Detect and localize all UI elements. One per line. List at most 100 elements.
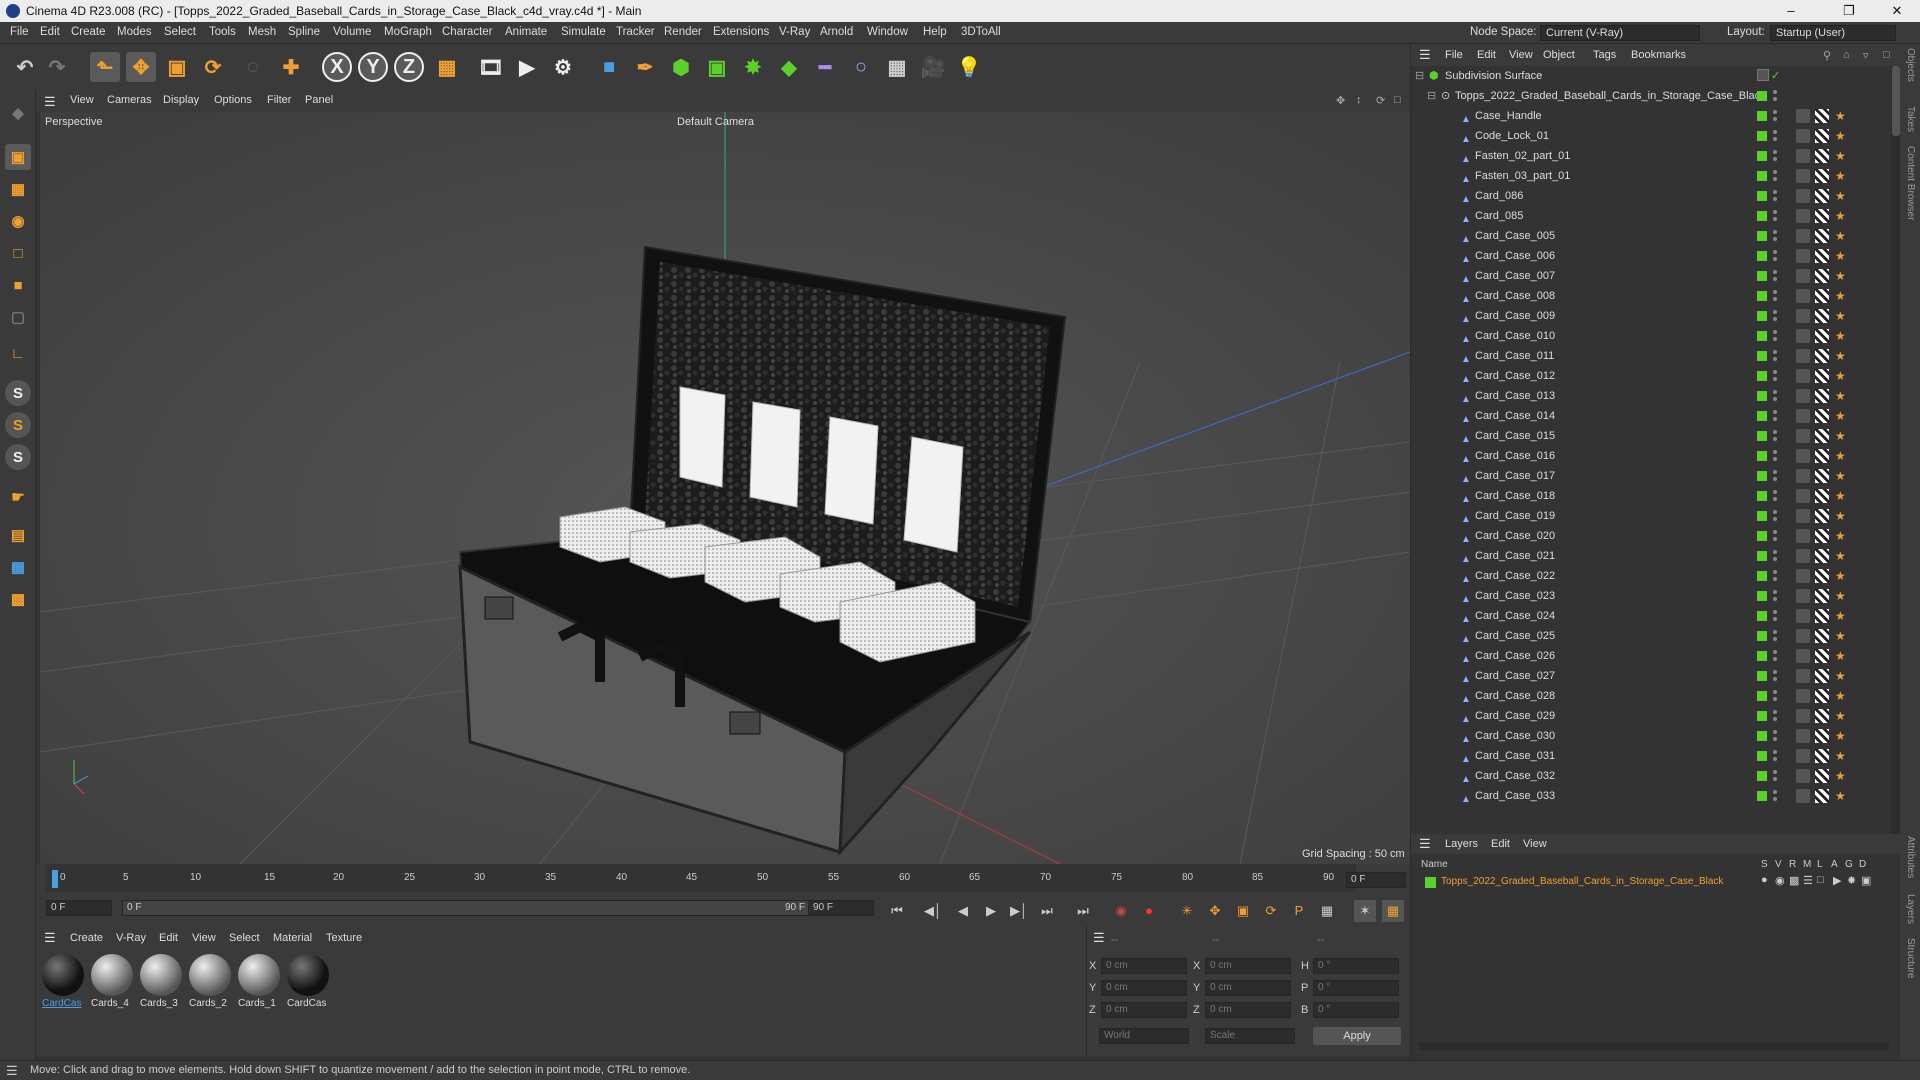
menu-extensions[interactable]: Extensions — [713, 26, 769, 38]
vray-tag-icon[interactable]: ★ — [1835, 449, 1847, 463]
texture-tag-icon[interactable] — [1815, 209, 1829, 223]
texture-tag-icon[interactable] — [1815, 269, 1829, 283]
editor-visibility-dot[interactable] — [1773, 250, 1777, 254]
layer-scrollbar[interactable] — [1419, 1042, 1889, 1050]
material-tag-icon[interactable] — [1796, 589, 1810, 603]
undo-icon[interactable]: ↶ — [10, 52, 40, 82]
x-axis-icon[interactable]: X — [322, 52, 352, 82]
editor-visibility-dot[interactable] — [1773, 670, 1777, 674]
extrude-generator-icon[interactable]: ▣ — [702, 52, 732, 82]
viewport-rotate-icon[interactable]: ⟳ — [1376, 94, 1385, 107]
status-menu-icon[interactable]: ☰ — [6, 1061, 18, 1080]
material-label[interactable]: Cards_3 — [140, 998, 184, 1009]
vray-tag-icon[interactable]: ★ — [1835, 769, 1847, 783]
menu-character[interactable]: Character — [442, 26, 493, 38]
menu-edit[interactable]: Edit — [40, 26, 60, 38]
vray-tag-icon[interactable]: ★ — [1835, 129, 1847, 143]
render-visibility-dot[interactable] — [1773, 297, 1777, 301]
material-tag-icon[interactable] — [1796, 389, 1810, 403]
layer-animation-icon[interactable]: ▶ — [1833, 874, 1841, 887]
editor-visibility-dot[interactable] — [1773, 770, 1777, 774]
material-tag-icon[interactable] — [1796, 489, 1810, 503]
editor-visibility-dot[interactable] — [1773, 690, 1777, 694]
material-label[interactable]: CardCas — [287, 998, 331, 1009]
editor-visibility-dot[interactable] — [1773, 470, 1777, 474]
render-visibility-dot[interactable] — [1773, 457, 1777, 461]
vray-tag-icon[interactable]: ★ — [1835, 309, 1847, 323]
autokey-icon[interactable]: ◉ — [1110, 900, 1132, 922]
menu-mograph[interactable]: MoGraph — [384, 26, 432, 38]
menu-animate[interactable]: Animate — [505, 26, 547, 38]
rotation-p-field[interactable]: 0 ° — [1313, 980, 1399, 996]
field-icon[interactable]: ○ — [846, 52, 876, 82]
current-frame-field[interactable]: 0 F — [1346, 872, 1406, 888]
texture-tag-icon[interactable] — [1815, 349, 1829, 363]
mograph-icon[interactable]: ◆ — [774, 52, 804, 82]
layer-deformer-icon[interactable]: ▣ — [1861, 874, 1871, 887]
select-tool-icon[interactable]: ⬑ — [90, 52, 120, 82]
render-visibility-dot[interactable] — [1773, 777, 1777, 781]
object-row[interactable]: ▲ Card_Case_009 ★ — [1411, 306, 1891, 326]
material-tag-icon[interactable] — [1796, 109, 1810, 123]
layer-manager-icon[interactable]: ☰ — [1803, 874, 1813, 887]
material-tag-icon[interactable] — [1796, 249, 1810, 263]
vray-tag-icon[interactable]: ★ — [1835, 109, 1847, 123]
vray-tag-icon[interactable]: ★ — [1835, 369, 1847, 383]
vray-tag-icon[interactable]: ★ — [1835, 649, 1847, 663]
texture-tag-icon[interactable] — [1815, 749, 1829, 763]
layer-generator-icon[interactable]: ✸ — [1847, 874, 1856, 887]
coordinate-system-icon[interactable]: ▦ — [432, 52, 462, 82]
object-row[interactable]: ▲ Card_Case_024 ★ — [1411, 606, 1891, 626]
render-visibility-dot[interactable] — [1773, 517, 1777, 521]
object-row[interactable]: ▲ Card_Case_029 ★ — [1411, 706, 1891, 726]
next-key-icon[interactable]: ⏭ — [1036, 900, 1058, 922]
material-label[interactable]: Cards_4 — [91, 998, 135, 1009]
render-visibility-dot[interactable] — [1773, 377, 1777, 381]
menu-window[interactable]: Window — [867, 26, 908, 38]
material-tag-icon[interactable] — [1796, 549, 1810, 563]
axis-mode-icon[interactable]: ∟ — [5, 340, 31, 366]
material-menu-icon[interactable]: ☰ — [44, 930, 56, 946]
texture-tag-icon[interactable] — [1815, 709, 1829, 723]
viewport-maximize-icon[interactable]: □ — [1394, 94, 1401, 106]
object-row[interactable]: ▲ Card_085 ★ — [1411, 206, 1891, 226]
vray-tag-icon[interactable]: ★ — [1835, 589, 1847, 603]
goto-start-icon[interactable]: ⏮ — [886, 900, 908, 922]
render-view-icon[interactable]: 🎞 — [476, 52, 506, 82]
material-tag-icon[interactable] — [1796, 229, 1810, 243]
vray-tag-icon[interactable]: ★ — [1835, 729, 1847, 743]
close-icon[interactable]: ✕ — [1874, 0, 1920, 22]
render-picture-viewer-icon[interactable]: ▶ — [512, 52, 542, 82]
vray-tag-icon[interactable]: ★ — [1835, 629, 1847, 643]
transform-tool-icon[interactable]: ✚ — [276, 52, 306, 82]
vray-tag-icon[interactable]: ★ — [1835, 509, 1847, 523]
editor-visibility-dot[interactable] — [1773, 410, 1777, 414]
layer-menu-layers[interactable]: Layers — [1445, 838, 1478, 850]
redo-icon[interactable]: ↷ — [42, 52, 72, 82]
tab-structure[interactable]: Structure — [1905, 938, 1916, 979]
editor-visibility-dot[interactable] — [1773, 350, 1777, 354]
model-mode-icon[interactable]: ▣ — [5, 144, 31, 170]
texture-tag-icon[interactable] — [1815, 369, 1829, 383]
object-new-window-icon[interactable]: □ — [1883, 49, 1890, 61]
viewport-move-icon[interactable]: ✥ — [1336, 94, 1345, 107]
render-visibility-dot[interactable] — [1773, 417, 1777, 421]
object-row[interactable]: ▲ Card_Case_005 ★ — [1411, 226, 1891, 246]
viewport-menu-cameras[interactable]: Cameras — [107, 94, 152, 106]
object-menu-bookmarks[interactable]: Bookmarks — [1631, 49, 1686, 61]
texture-tag-icon[interactable] — [1815, 249, 1829, 263]
object-row[interactable]: ▲ Card_Case_032 ★ — [1411, 766, 1891, 786]
key-position-icon[interactable]: ✥ — [1204, 900, 1226, 922]
material-swatch[interactable] — [42, 954, 84, 996]
texture-tag-icon[interactable] — [1815, 649, 1829, 663]
edges-mode-icon[interactable]: □ — [5, 240, 31, 266]
vray-tag-icon[interactable]: ★ — [1835, 209, 1847, 223]
check-icon[interactable]: ✓ — [1771, 66, 1780, 86]
object-scrollbar-thumb[interactable] — [1892, 66, 1900, 136]
tab-takes[interactable]: Takes — [1905, 106, 1916, 132]
texture-tag-icon[interactable] — [1815, 469, 1829, 483]
cube-primitive-icon[interactable]: ■ — [594, 52, 624, 82]
node-space-select[interactable]: Current (V-Ray) — [1540, 25, 1700, 41]
enable-checkbox-icon[interactable] — [1757, 69, 1769, 81]
object-row-group[interactable]: ⊟ ⊙ Topps_2022_Graded_Baseball_Cards_in_… — [1411, 86, 1891, 106]
